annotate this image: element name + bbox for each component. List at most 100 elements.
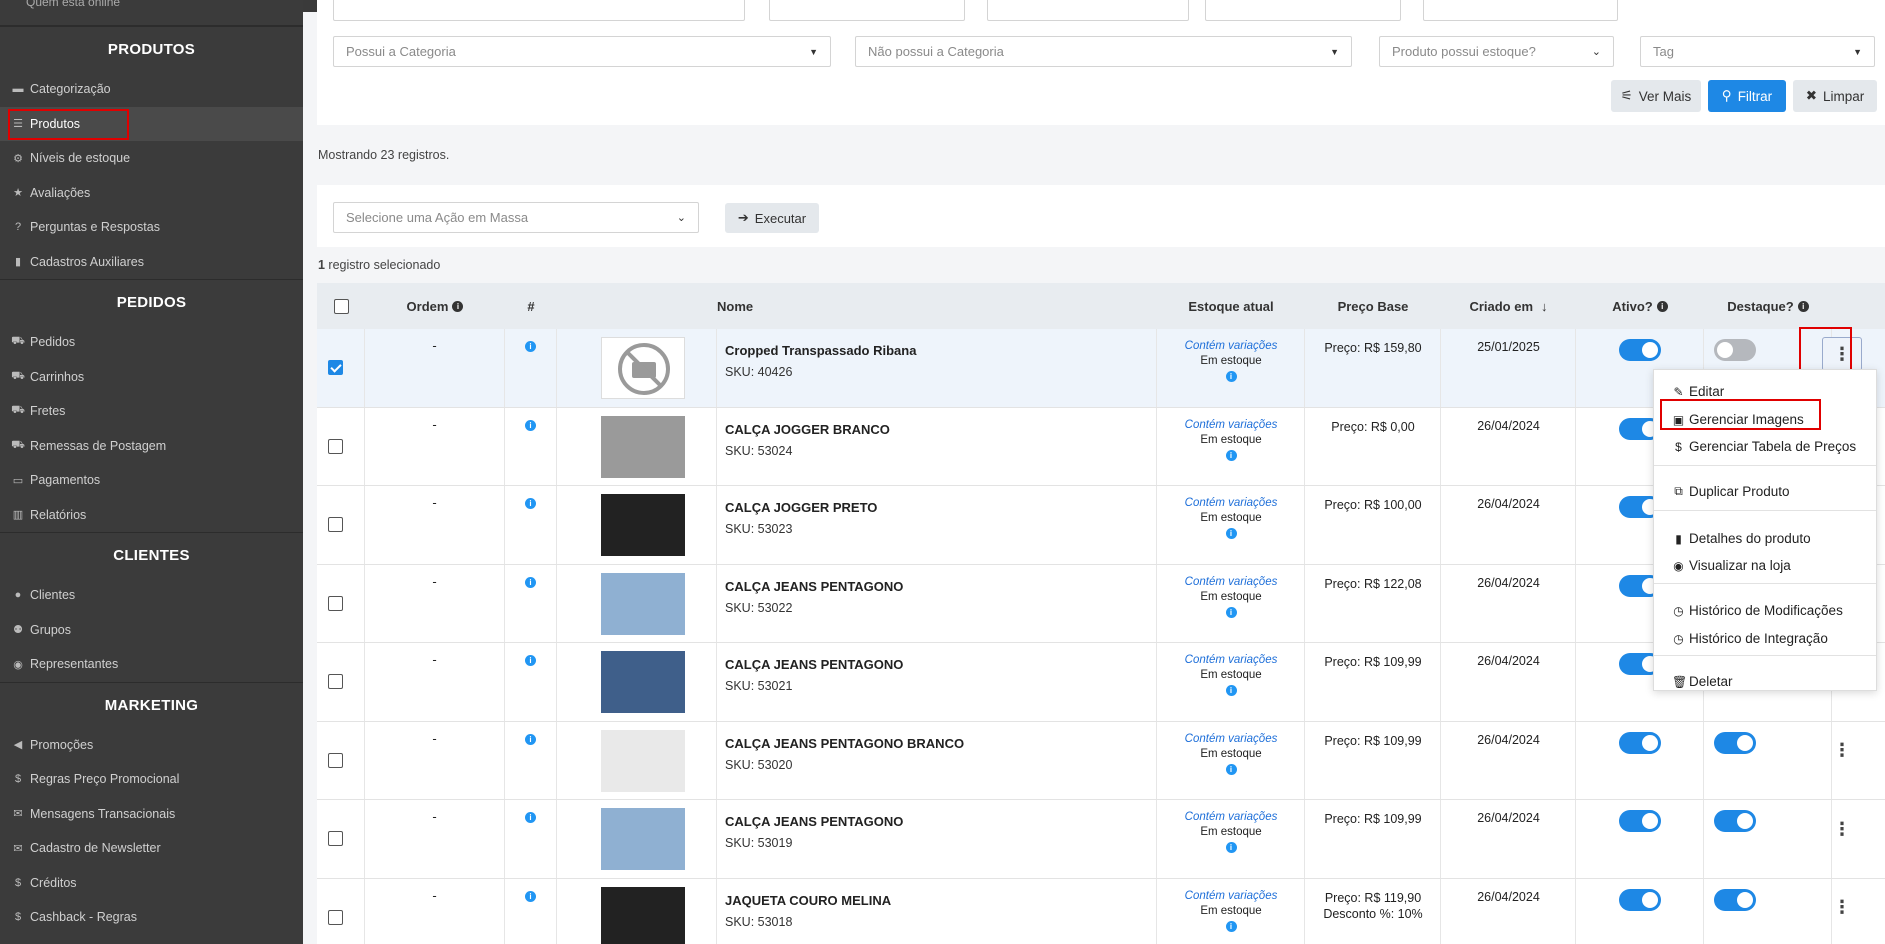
info-icon[interactable]: i xyxy=(1225,920,1237,932)
table-row[interactable]: - i CALÇA JOGGER PRETO SKU: 53023 Contém… xyxy=(317,486,1885,565)
sidebar-item-cadastro-de-newsletter[interactable]: ✉ Cadastro de Newsletter xyxy=(0,831,303,866)
possui-categoria-select[interactable]: Possui a Categoria ▼ xyxy=(333,36,831,67)
sidebar-item-clientes[interactable]: ● Clientes xyxy=(0,578,303,613)
product-thumbnail[interactable] xyxy=(601,572,685,635)
row-actions-button[interactable]: ⋮ xyxy=(1822,891,1862,925)
product-name[interactable]: CALÇA JEANS PENTAGONO xyxy=(725,579,903,594)
row-actions-button[interactable]: ⋮ xyxy=(1822,812,1862,846)
info-icon[interactable]: i xyxy=(525,419,536,431)
sidebar-item-promo-es[interactable]: ◀ Promoções xyxy=(0,728,303,763)
info-icon[interactable]: i xyxy=(525,812,536,823)
row-checkbox[interactable] xyxy=(328,438,343,454)
product-name[interactable]: CALÇA JOGGER PRETO xyxy=(725,500,877,515)
menu-item-deletar[interactable]: 🗑 Deletar xyxy=(1672,674,1733,689)
sidebar-item-perguntas-e-respostas[interactable]: ? Perguntas e Respostas xyxy=(0,210,303,245)
sidebar-item-representantes[interactable]: ◉ Representantes xyxy=(0,647,303,682)
product-thumbnail[interactable] xyxy=(601,729,685,792)
sidebar-item-grupos[interactable]: ⚉ Grupos xyxy=(0,613,303,648)
product-thumbnail[interactable] xyxy=(601,494,685,556)
product-thumbnail[interactable] xyxy=(601,651,685,713)
sidebar-item-cashback-regras[interactable]: $ Cashback - Regras xyxy=(0,900,303,935)
variations-link[interactable]: Contém variações xyxy=(1157,732,1305,747)
filter-partial-3[interactable] xyxy=(987,0,1189,21)
menu-item-historico-de-integracao[interactable]: ◷ Histórico de Integração xyxy=(1672,631,1828,646)
info-icon[interactable]: i xyxy=(525,890,536,902)
limpar-button[interactable]: ✖ Limpar xyxy=(1793,80,1877,112)
row-checkbox[interactable] xyxy=(328,674,343,689)
row-checkbox[interactable] xyxy=(328,831,343,846)
filter-partial-2[interactable] xyxy=(769,0,965,21)
select-all-checkbox[interactable] xyxy=(333,298,349,314)
tag-select[interactable]: Tag ▼ xyxy=(1640,36,1875,67)
menu-item-duplicar-produto[interactable]: ⧉ Duplicar Produto xyxy=(1672,484,1789,499)
mass-action-select[interactable]: Selecione uma Ação em Massa ⌄ xyxy=(333,202,699,233)
active-toggle[interactable] xyxy=(1619,339,1661,361)
info-icon[interactable]: i xyxy=(525,576,536,588)
product-name[interactable]: CALÇA JOGGER BRANCO xyxy=(725,422,890,437)
header-nome[interactable]: Nome xyxy=(717,283,753,329)
active-toggle[interactable] xyxy=(1619,888,1661,911)
info-icon[interactable]: i xyxy=(1225,371,1237,382)
info-icon[interactable]: i xyxy=(525,655,536,666)
menu-item-gerenciar-imagens[interactable]: ▣ Gerenciar Imagens xyxy=(1672,412,1804,427)
filtrar-button[interactable]: ⚲ Filtrar xyxy=(1708,80,1786,112)
filter-partial-4[interactable] xyxy=(1205,0,1401,21)
product-thumbnail[interactable] xyxy=(601,337,685,399)
header-select-all[interactable] xyxy=(317,283,365,329)
estoque-select[interactable]: Produto possui estoque? ⌄ xyxy=(1379,36,1614,67)
header-ativo[interactable]: Ativo? i xyxy=(1576,283,1704,329)
sidebar-item-mensagens-transacionais[interactable]: ✉ Mensagens Transacionais xyxy=(0,797,303,832)
sidebar-item-avalia-es[interactable]: ★ Avaliações xyxy=(0,176,303,211)
sidebar-item-pedidos[interactable]: ⛟ Pedidos xyxy=(0,325,303,360)
row-checkbox[interactable] xyxy=(328,752,343,768)
sidebar-item-cr-ditos[interactable]: $ Créditos xyxy=(0,866,303,901)
info-icon[interactable]: i xyxy=(1225,606,1237,618)
info-icon[interactable]: i xyxy=(525,733,536,745)
info-icon[interactable]: i xyxy=(525,498,536,509)
row-checkbox[interactable] xyxy=(328,909,343,925)
menu-item-detalhes-do-produto[interactable]: ▮ Detalhes do produto xyxy=(1672,531,1810,546)
header-preco[interactable]: Preço Base xyxy=(1305,283,1441,329)
variations-link[interactable]: Contém variações xyxy=(1157,418,1305,433)
variations-link[interactable]: Contém variações xyxy=(1157,653,1305,668)
info-icon[interactable]: i xyxy=(1225,842,1237,853)
row-checkbox[interactable] xyxy=(328,360,343,375)
featured-toggle[interactable] xyxy=(1714,810,1756,832)
sidebar-item-carrinhos[interactable]: ⛟ Carrinhos xyxy=(0,360,303,395)
product-thumbnail[interactable] xyxy=(601,886,685,944)
sidebar-item-regras-pre-o-promocional[interactable]: $ Regras Preço Promocional xyxy=(0,762,303,797)
menu-item-editar[interactable]: ✎ Editar xyxy=(1672,384,1724,399)
sidebar-item-pagamentos[interactable]: ▭ Pagamentos xyxy=(0,463,303,498)
table-row[interactable]: - i CALÇA JEANS PENTAGONO BRANCO SKU: 53… xyxy=(317,721,1885,800)
header-destaque[interactable]: Destaque? i xyxy=(1704,283,1832,329)
row-actions-button[interactable]: ⋮ xyxy=(1822,337,1862,371)
product-name[interactable]: CALÇA JEANS PENTAGONO BRANCO xyxy=(725,736,964,751)
active-toggle[interactable] xyxy=(1619,731,1661,754)
product-thumbnail[interactable] xyxy=(601,808,685,870)
row-actions-button[interactable]: ⋮ xyxy=(1822,734,1862,768)
row-checkbox[interactable] xyxy=(328,517,343,532)
info-icon[interactable]: i xyxy=(525,341,536,352)
sidebar-item-cadastros-auxiliares[interactable]: ▮ Cadastros Auxiliares xyxy=(0,245,303,280)
filter-partial-1[interactable] xyxy=(333,0,745,21)
header-hash[interactable]: # xyxy=(505,283,557,329)
active-toggle[interactable] xyxy=(1619,810,1661,832)
sidebar-item-relat-rios[interactable]: ▥ Relatórios xyxy=(0,498,303,533)
table-row[interactable]: - i CALÇA JEANS PENTAGONO SKU: 53022 Con… xyxy=(317,564,1885,643)
variations-link[interactable]: Contém variações xyxy=(1157,575,1305,590)
sidebar-top-partial[interactable]: Quem está online xyxy=(0,0,303,26)
ver-mais-button[interactable]: ⚟ Ver Mais xyxy=(1611,80,1701,112)
header-ordem[interactable]: Ordem i xyxy=(365,283,505,329)
sidebar-item-categoriza-o[interactable]: ▬ Categorização xyxy=(0,72,303,107)
featured-toggle[interactable] xyxy=(1714,731,1756,754)
variations-link[interactable]: Contém variações xyxy=(1157,339,1305,354)
table-row[interactable]: - i Cropped Transpassado Ribana SKU: 404… xyxy=(317,329,1885,408)
sidebar-item-fretes[interactable]: ⛟ Fretes xyxy=(0,394,303,429)
variations-link[interactable]: Contém variações xyxy=(1157,496,1305,511)
product-name[interactable]: Cropped Transpassado Ribana xyxy=(725,343,916,358)
menu-item-visualizar-na-loja[interactable]: ◉ Visualizar na loja xyxy=(1672,558,1791,573)
header-estoque[interactable]: Estoque atual xyxy=(1157,283,1305,329)
info-icon[interactable]: i xyxy=(1225,685,1237,696)
sidebar-item-remessas-de-postagem[interactable]: ⛟ Remessas de Postagem xyxy=(0,429,303,464)
product-thumbnail[interactable] xyxy=(601,415,685,478)
